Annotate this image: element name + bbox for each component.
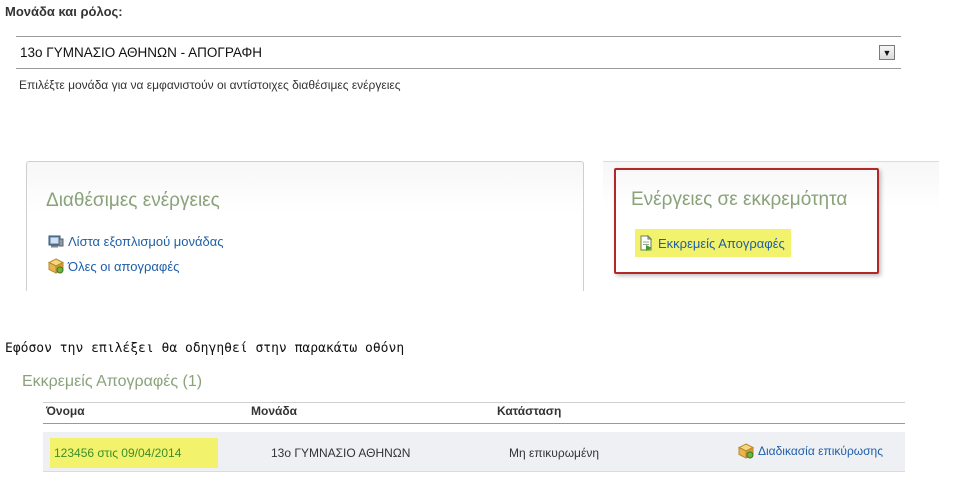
package-icon: [738, 443, 754, 459]
inventory-status-cell: Μη επικυρωμένη: [509, 446, 599, 460]
unit-role-select-value: 13ο ΓΥΜΝΑΣΙΟ ΑΘΗΝΩΝ - ΑΠΟΓΡΑΦΗ: [20, 45, 262, 60]
validation-process-label: Διαδικασία επικύρωσης: [758, 444, 884, 458]
pending-inventories-heading: Εκκρεμείς Απογραφές (1): [22, 373, 203, 390]
all-inventories-link[interactable]: Όλες οι απογραφές: [48, 258, 179, 274]
column-header-status: Κατάσταση: [497, 404, 562, 418]
document-icon: [640, 235, 653, 251]
table-header: [43, 402, 905, 424]
unit-role-hint: Επιλέξτε μονάδα για να εμφανιστούν οι αν…: [19, 78, 401, 92]
all-inventories-label: Όλες οι απογραφές: [68, 258, 180, 274]
available-actions-title: Διαθέσιμες ενέργειες: [46, 190, 220, 211]
equipment-list-label: Λίστα εξοπλισμού μονάδας: [68, 233, 224, 249]
equipment-list-link[interactable]: Λίστα εξοπλισμού μονάδας: [48, 233, 224, 249]
unit-role-label: Μονάδα και ρόλος:: [5, 4, 123, 19]
unit-role-select[interactable]: 13ο ΓΥΜΝΑΣΙΟ ΑΘΗΝΩΝ - ΑΠΟΓΡΑΦΗ ▼: [16, 36, 901, 69]
inventory-name-cell[interactable]: 123456 στις 09/04/2014: [50, 438, 218, 468]
pending-inventories-link[interactable]: Εκκρεμείς Απογραφές: [635, 229, 791, 257]
instruction-caption: Εφόσον την επιλέξει θα οδηγηθεί στην παρ…: [5, 341, 405, 356]
pending-inventories-label: Εκκρεμείς Απογραφές: [658, 235, 785, 251]
validation-process-link[interactable]: Διαδικασία επικύρωσης: [738, 443, 883, 459]
dropdown-arrow-icon[interactable]: ▼: [879, 45, 895, 60]
highlight-annotation-frame: [614, 168, 879, 274]
package-icon: [48, 258, 64, 274]
inventory-unit-cell: 13ο ΓΥΜΝΑΣΙΟ ΑΘΗΝΩΝ: [271, 446, 411, 460]
pending-actions-title: Ενέργειες σε εκκρεμότητα: [631, 189, 848, 210]
equipment-list-icon: [48, 235, 64, 248]
column-header-unit: Μονάδα: [251, 404, 298, 418]
column-header-name: Όνομα: [46, 404, 85, 418]
